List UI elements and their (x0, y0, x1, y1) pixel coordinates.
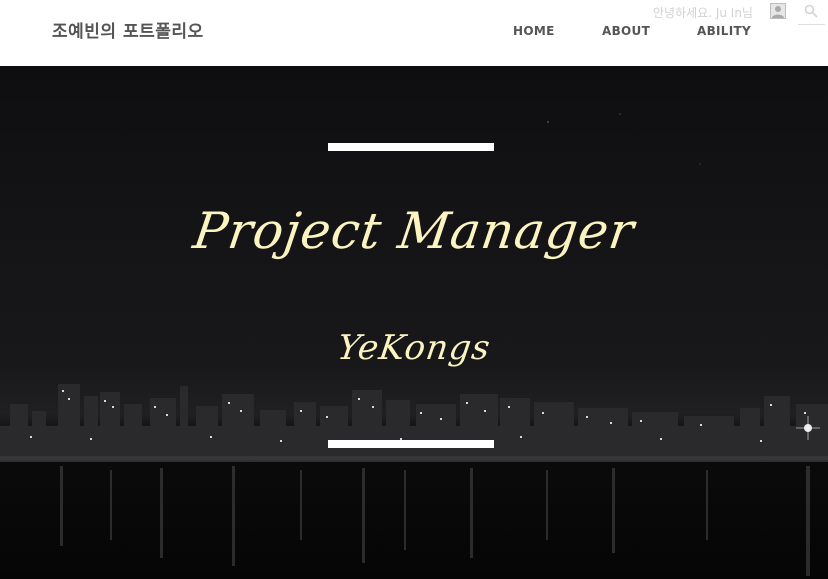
hero-headline: Project Manager (189, 202, 639, 260)
nav-about[interactable]: ABOUT (602, 24, 650, 38)
accent-bar-bottom (328, 440, 494, 448)
site-header: 조예빈의 포트폴리오 안녕하세요. Ju In님 HOME ABOUT ABIL… (0, 0, 828, 66)
nav-ability[interactable]: ABILITY (697, 24, 751, 38)
accent-bar-top (328, 143, 494, 151)
user-avatar-icon[interactable] (770, 3, 786, 19)
user-greeting: 안녕하세요. Ju In님 (653, 6, 753, 20)
search-icon (804, 4, 818, 18)
search-button[interactable] (798, 2, 825, 25)
hero-subline: YeKongs (334, 328, 494, 368)
nav-home[interactable]: HOME (513, 24, 555, 38)
hero-banner: Project Manager YeKongs (0, 66, 828, 579)
site-title[interactable]: 조예빈의 포트폴리오 (52, 17, 204, 42)
